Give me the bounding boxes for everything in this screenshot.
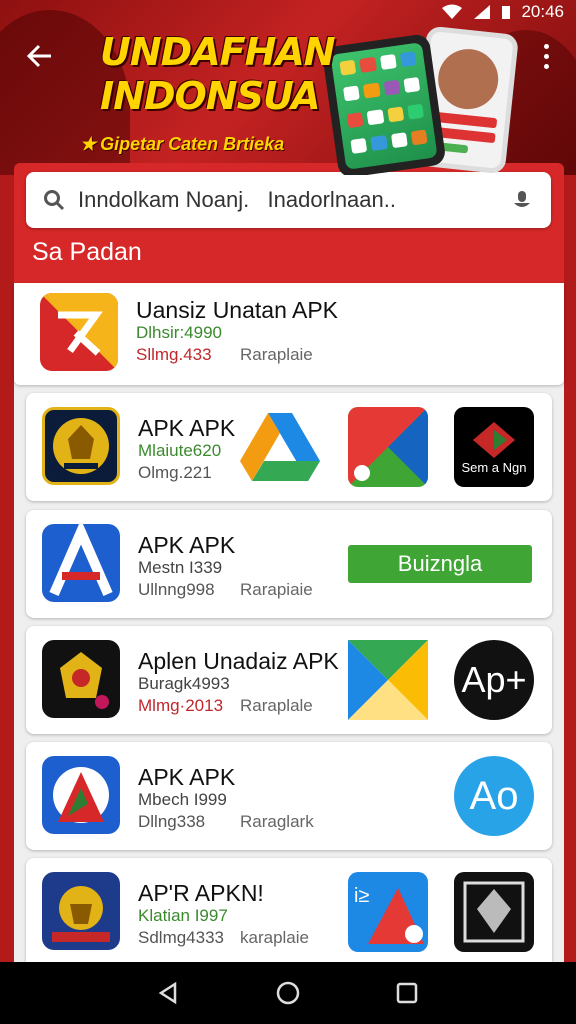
drive-icon [240, 407, 320, 487]
nav-recents-icon [396, 982, 417, 1004]
search-bar[interactable] [26, 172, 551, 228]
status-time: 20:46 [521, 2, 564, 21]
app-thumbnail-icon: i≥ [348, 872, 428, 952]
app-size: Dllng338 [138, 812, 206, 831]
list-item[interactable]: Aplen Unadaiz APK Buragk4993 Mlmg·2013 R… [26, 626, 552, 734]
banner-phone-image [321, 33, 447, 175]
app-size: Ullnng998 [138, 580, 215, 599]
app-thumbnail-icon: Ao [454, 756, 534, 836]
app-size: Mlmg·2013 [138, 696, 224, 715]
back-button[interactable] [22, 38, 58, 74]
app-category: karaplaie [240, 928, 309, 947]
app-downloads: Klatian I997 [138, 906, 228, 925]
nav-home-button[interactable] [268, 973, 308, 1013]
app-icon [42, 640, 120, 718]
app-name: APK APK [138, 532, 236, 558]
app-thumbnail-icon [348, 407, 428, 487]
search-input[interactable] [78, 187, 497, 213]
hero-banner: UNDAFHAN INDONSUA ★ Gipetar Caten Brtieka [0, 0, 576, 175]
app-icon [42, 407, 120, 485]
app-name: Uansiz Unatan APK [136, 297, 339, 323]
app-size: Sllmg.433 [136, 345, 212, 364]
app-size: Olmg.221 [138, 463, 212, 482]
nav-back-button[interactable] [149, 973, 189, 1013]
app-downloads: Mlaiute620 [138, 441, 222, 460]
list-item[interactable]: AP'R APKN! Klatian I997 Sdlmg4333 karapl… [26, 858, 552, 962]
list-item[interactable]: APK APK Mestn I339 Ullnng998 Rarapiaie B… [26, 510, 552, 618]
banner-subtitle: ★ Gipetar Caten Brtieka [80, 134, 285, 154]
battery-icon [501, 4, 511, 20]
list-item[interactable]: APK APK Mbech I999 Dllng338 Raraglark Ao [26, 742, 552, 850]
status-bar: 20:46 [0, 0, 576, 24]
app-category: Raraglark [240, 812, 314, 831]
system-nav-bar [0, 962, 576, 1024]
app-category: Rarapiaie [240, 580, 313, 599]
app-name: AP'R APKN! [138, 880, 264, 906]
list-item[interactable]: Uansiz Unatan APK Dlhsir:4990 Sllmg.433 … [14, 283, 564, 385]
app-thumbnail-icon [454, 872, 534, 952]
app-icon [42, 872, 120, 950]
install-button[interactable]: Buizngla [348, 545, 532, 583]
app-name: APK APK [138, 764, 236, 790]
more-options-button[interactable] [534, 38, 558, 74]
section-title: Sa Padan [32, 238, 142, 266]
nav-recents-button[interactable] [387, 973, 427, 1013]
search-icon [42, 188, 66, 212]
app-category: Raraplaie [240, 345, 313, 364]
app-icon [40, 293, 118, 371]
banner-title: UNDAFHAN INDONSUA [100, 30, 336, 118]
list-item[interactable]: APK APK Mlaiute620 Olmg.221 Sem a Ngn [26, 393, 552, 501]
app-thumbnail-icon: Ap+ [454, 640, 534, 720]
app-thumbnail-icon: Sem a Ngn [454, 407, 534, 487]
app-icon [42, 756, 120, 834]
nav-back-icon [159, 981, 177, 1005]
svg-text:i≥: i≥ [354, 885, 369, 907]
app-name: APK APK [138, 415, 236, 441]
star-icon: ★ [80, 134, 97, 154]
app-downloads: Buragk4993 [138, 674, 230, 693]
app-downloads: Mestn I339 [138, 558, 223, 577]
app-icon [42, 524, 120, 602]
signal-icon [473, 4, 491, 20]
app-category: Raraplale [240, 696, 313, 715]
app-name: Aplen Unadaiz APK [138, 648, 339, 674]
app-thumbnail-icon [348, 640, 428, 720]
arrow-left-icon [26, 44, 51, 68]
mic-icon[interactable] [509, 187, 535, 213]
app-downloads: Dlhsir:4990 [136, 323, 222, 342]
app-size: Sdlmg4333 [138, 928, 225, 947]
nav-home-icon [276, 981, 300, 1005]
app-downloads: Mbech I999 [138, 790, 227, 809]
wifi-icon [441, 4, 463, 20]
